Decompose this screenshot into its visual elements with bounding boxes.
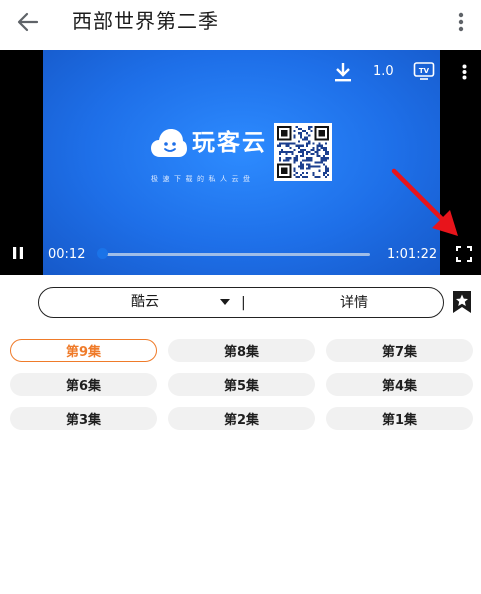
more-vertical-icon xyxy=(462,64,466,80)
source-details-bar: 酷云 | 详情 xyxy=(38,287,444,318)
bookmark-star-icon[interactable] xyxy=(452,290,472,314)
episode-button[interactable]: 第1集 xyxy=(326,407,473,430)
pause-button[interactable] xyxy=(10,243,26,263)
fullscreen-icon[interactable] xyxy=(456,246,472,262)
tv-cast-icon[interactable]: TV xyxy=(413,61,435,81)
more-vertical-icon xyxy=(458,12,464,32)
source-label: 酷云 xyxy=(131,294,159,310)
details-label: 详情 xyxy=(340,295,368,311)
download-icon xyxy=(335,63,351,82)
video-frame[interactable]: 玩客云 极速下载的私人云盘 xyxy=(43,50,440,275)
details-tab[interactable]: 详情 xyxy=(299,288,409,316)
seek-bar[interactable] xyxy=(101,253,370,256)
logo-text: 玩客云 xyxy=(192,130,267,156)
episode-button[interactable]: 第9集 xyxy=(10,339,157,362)
download-button[interactable] xyxy=(332,60,354,84)
app-bar: 西部世界第二季 xyxy=(0,0,481,50)
playback-speed-label[interactable]: 1.0 xyxy=(373,63,394,81)
episode-button[interactable]: 第5集 xyxy=(168,373,315,396)
episode-button[interactable]: 第4集 xyxy=(326,373,473,396)
cloud-logo-icon xyxy=(151,129,187,157)
arrow-left-icon xyxy=(17,12,39,32)
video-player[interactable]: 玩客云 极速下载的私人云盘 1.0 TV 00:12 1:01:22 xyxy=(0,50,481,275)
source-selector[interactable]: 酷云 xyxy=(39,288,244,316)
episode-button[interactable]: 第7集 xyxy=(326,339,473,362)
current-time: 00:12 xyxy=(48,247,86,262)
pause-icon xyxy=(13,247,23,259)
seek-handle[interactable] xyxy=(96,248,108,259)
logo-slogan: 极速下载的私人云盘 xyxy=(151,175,255,183)
episode-button[interactable]: 第6集 xyxy=(10,373,157,396)
episode-button[interactable]: 第2集 xyxy=(168,407,315,430)
caret-down-icon xyxy=(220,299,230,305)
player-more-button[interactable] xyxy=(458,62,470,82)
episode-button[interactable]: 第8集 xyxy=(168,339,315,362)
back-button[interactable] xyxy=(12,8,44,36)
page-title: 西部世界第二季 xyxy=(72,9,219,33)
total-time: 1:01:22 xyxy=(387,247,438,262)
bar-divider: | xyxy=(241,295,246,311)
episode-button[interactable]: 第3集 xyxy=(10,407,157,430)
tv-label: TV xyxy=(419,67,430,75)
qr-code-image xyxy=(274,123,332,181)
more-options-button[interactable] xyxy=(449,8,473,36)
